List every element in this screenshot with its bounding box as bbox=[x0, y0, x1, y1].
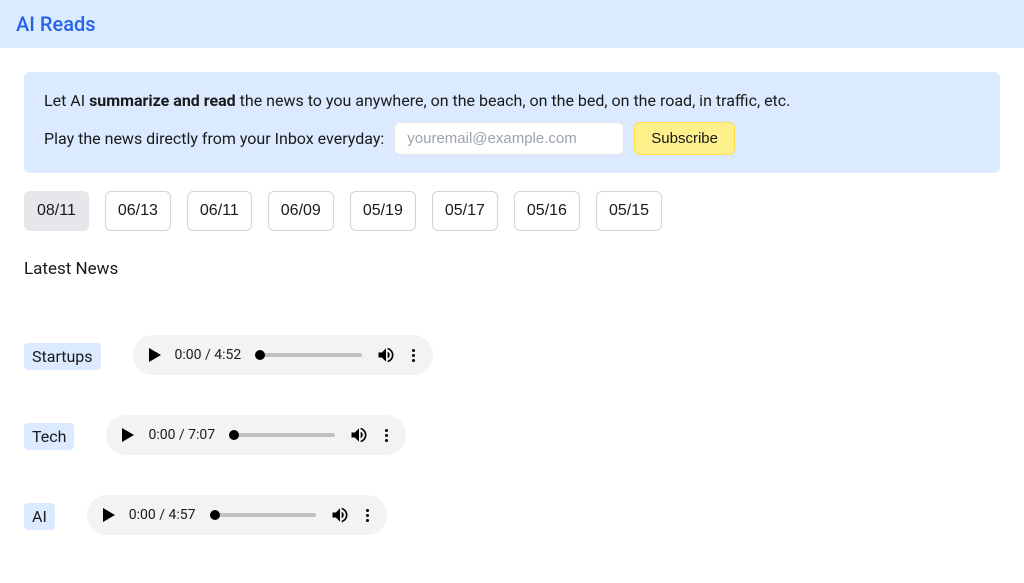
date-button[interactable]: 05/19 bbox=[350, 191, 416, 231]
cta-bold: summarize and read bbox=[89, 91, 236, 110]
audio-player: 0:00 / 7:07 bbox=[106, 415, 406, 455]
news-item: Tech 0:00 / 7:07 bbox=[24, 399, 1000, 455]
logo-link[interactable]: AI Reads bbox=[16, 12, 96, 36]
cta-box: Let AI summarize and read the news to yo… bbox=[24, 72, 1000, 173]
date-button[interactable]: 06/11 bbox=[187, 191, 252, 231]
cta-text: Let AI summarize and read the news to yo… bbox=[44, 90, 980, 112]
date-button[interactable]: 05/17 bbox=[432, 191, 498, 231]
volume-icon[interactable] bbox=[330, 505, 350, 525]
main-content: Let AI summarize and read the news to yo… bbox=[0, 48, 1024, 583]
subscribe-row: Play the news directly from your Inbox e… bbox=[44, 122, 980, 155]
date-button[interactable]: 08/11 bbox=[24, 191, 89, 231]
time-text: 0:00 / 4:57 bbox=[129, 507, 196, 523]
volume-icon[interactable] bbox=[376, 345, 396, 365]
play-icon[interactable] bbox=[149, 348, 161, 362]
email-input[interactable] bbox=[394, 122, 624, 155]
category-tag[interactable]: AI bbox=[24, 503, 55, 530]
play-icon[interactable] bbox=[103, 508, 115, 522]
date-row: 08/11 06/13 06/11 06/09 05/19 05/17 05/16 05/15 bbox=[24, 191, 1000, 231]
more-icon[interactable] bbox=[364, 507, 371, 524]
date-button[interactable]: 06/09 bbox=[268, 191, 334, 231]
cta-prefix: Let AI bbox=[44, 91, 89, 110]
progress-bar[interactable] bbox=[229, 433, 335, 437]
volume-icon[interactable] bbox=[349, 425, 369, 445]
news-item: Startups 0:00 / 4:52 bbox=[24, 319, 1000, 375]
cta-suffix: the news to you anywhere, on the beach, … bbox=[236, 91, 791, 110]
top-header: AI Reads bbox=[0, 0, 1024, 48]
more-icon[interactable] bbox=[383, 427, 390, 444]
subscribe-label: Play the news directly from your Inbox e… bbox=[44, 129, 384, 148]
news-item: AI 0:00 / 4:57 bbox=[24, 479, 1000, 535]
time-text: 0:00 / 7:07 bbox=[148, 427, 215, 443]
date-button[interactable]: 05/16 bbox=[514, 191, 580, 231]
date-button[interactable]: 06/13 bbox=[105, 191, 171, 231]
more-icon[interactable] bbox=[410, 347, 417, 364]
audio-player: 0:00 / 4:52 bbox=[133, 335, 433, 375]
category-tag[interactable]: Startups bbox=[24, 343, 101, 370]
progress-bar[interactable] bbox=[255, 353, 361, 357]
date-button[interactable]: 05/15 bbox=[596, 191, 662, 231]
time-text: 0:00 / 4:52 bbox=[175, 347, 242, 363]
audio-player: 0:00 / 4:57 bbox=[87, 495, 387, 535]
category-tag[interactable]: Tech bbox=[24, 423, 74, 450]
news-list: Startups 0:00 / 4:52 Tech 0:00 / 7:07 AI 0:00… bbox=[24, 319, 1000, 535]
section-title: Latest News bbox=[24, 259, 1000, 279]
play-icon[interactable] bbox=[122, 428, 134, 442]
subscribe-button[interactable]: Subscribe bbox=[634, 122, 735, 155]
progress-bar[interactable] bbox=[210, 513, 316, 517]
